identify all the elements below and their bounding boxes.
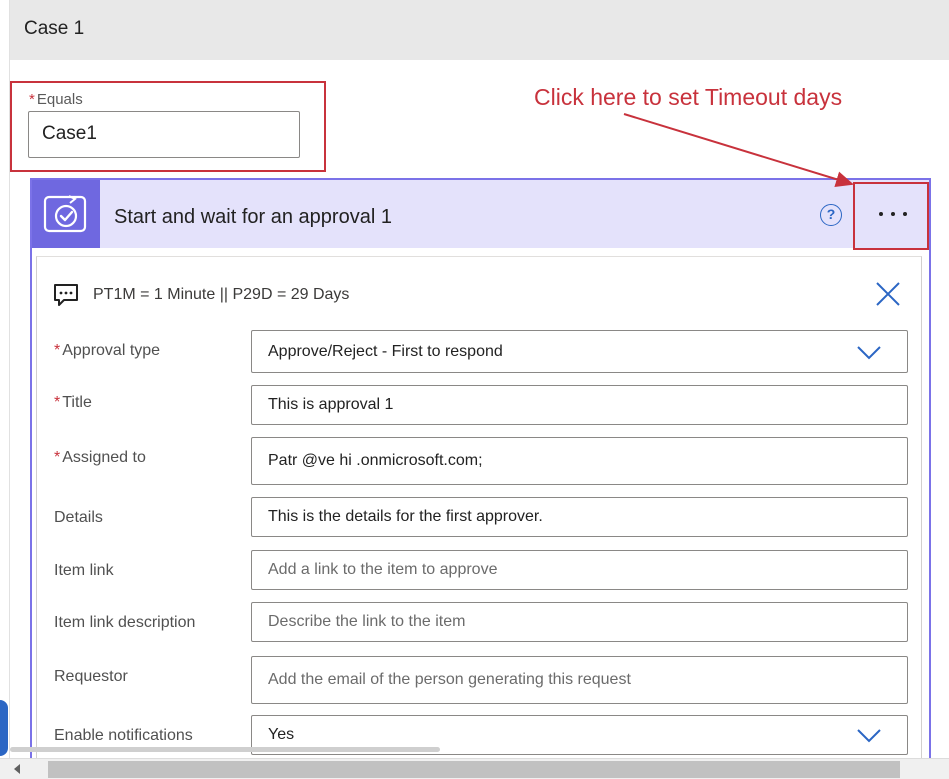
equals-highlight-box: * Equals Case1 <box>10 81 326 172</box>
approval-check-icon <box>32 180 100 248</box>
horizontal-scrollbar[interactable] <box>0 758 949 779</box>
comment-row[interactable]: PT1M = 1 Minute || P29D = 29 Days <box>53 283 349 307</box>
card-header[interactable]: Start and wait for an approval 1 ? <box>32 180 929 250</box>
equals-label: * Equals <box>29 91 83 108</box>
left-edge <box>0 0 10 779</box>
field-input[interactable]: Add a link to the item to approve <box>251 550 908 590</box>
case-header[interactable]: Case 1 <box>10 0 949 60</box>
annotation-text: Click here to set Timeout days <box>534 84 843 110</box>
field-label: Requestor <box>54 668 128 685</box>
equals-input[interactable]: Case1 <box>28 111 300 158</box>
field-input[interactable]: Add the email of the person generating t… <box>251 656 908 704</box>
field-label: Item link description <box>54 614 196 631</box>
comment-icon <box>54 284 78 306</box>
flow-designer: Case 1 * Equals Case1 Click here to set T… <box>0 0 949 779</box>
card-body: PT1M = 1 Minute || P29D = 29 Days * Appro… <box>36 256 922 758</box>
field-label: * Assigned to <box>54 449 146 466</box>
field-label: Enable notifications <box>54 727 193 744</box>
close-icon[interactable] <box>873 279 903 309</box>
scroll-left-icon[interactable] <box>14 764 20 774</box>
case-title: Case 1 <box>24 18 85 39</box>
field-input[interactable]: Patr @ve hi .onmicrosoft.com; <box>251 437 908 485</box>
field-input[interactable]: This is approval 1 <box>251 385 908 425</box>
side-tab[interactable] <box>0 700 8 756</box>
field-label: * Title <box>54 394 92 411</box>
scroll-thumb[interactable] <box>48 761 900 778</box>
help-icon[interactable]: ? <box>820 204 842 226</box>
field-label: Details <box>54 509 103 526</box>
field-label: * Approval type <box>54 342 161 359</box>
approval-action-card: Start and wait for an approval 1 ? PT1M … <box>30 178 931 758</box>
chevron-down-icon[interactable] <box>857 729 881 743</box>
card-title: Start and wait for an approval 1 <box>114 206 392 228</box>
comment-text: PT1M = 1 Minute || P29D = 29 Days <box>93 286 350 303</box>
ellipsis-icon <box>879 212 915 216</box>
field-input[interactable]: Describe the link to the item <box>251 602 908 642</box>
chevron-down-icon[interactable] <box>857 345 881 360</box>
field-label: Item link <box>54 562 114 579</box>
more-options-button[interactable] <box>853 182 929 250</box>
inner-scrollbar[interactable] <box>10 747 440 752</box>
field-input[interactable]: This is the details for the first approv… <box>251 497 908 537</box>
field-input[interactable]: Approve/Reject - First to respond <box>251 330 908 373</box>
